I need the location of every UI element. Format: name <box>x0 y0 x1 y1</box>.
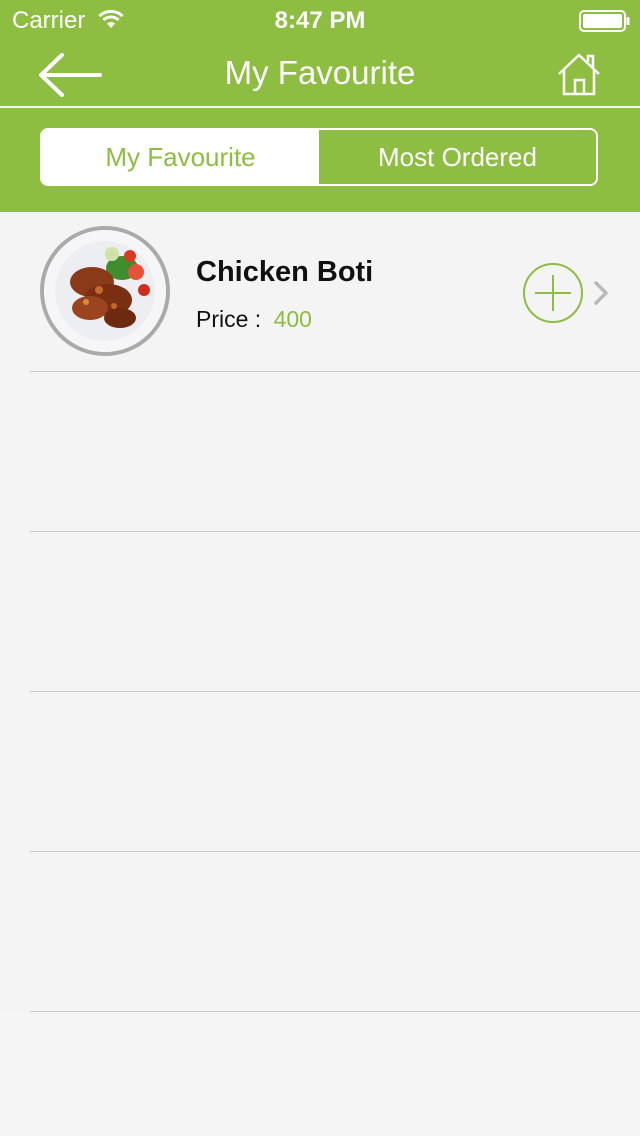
empty-row <box>0 852 640 1012</box>
item-name: Chicken Boti <box>196 256 374 288</box>
row-separator <box>30 1011 640 1012</box>
price-row: Price : 400 <box>196 306 312 333</box>
tab-my-favourite[interactable]: My Favourite <box>42 130 319 184</box>
segmented-control: My Favourite Most Ordered <box>40 128 598 186</box>
status-bar: Carrier 8:47 PM <box>0 0 640 40</box>
plus-circle-icon <box>523 263 583 323</box>
empty-row <box>0 532 640 692</box>
empty-row <box>0 372 640 532</box>
nav-divider <box>0 106 640 108</box>
chevron-right-icon <box>594 281 608 305</box>
status-time: 8:47 PM <box>274 7 366 34</box>
empty-row <box>0 692 640 852</box>
battery-icon <box>579 10 630 32</box>
favourites-list: Chicken Boti Price : 400 <box>0 212 640 1012</box>
nav-bar: My Favourite <box>0 40 640 106</box>
price-label: Price : <box>196 306 262 332</box>
page-title: My Favourite <box>224 54 416 91</box>
list-item[interactable]: Chicken Boti Price : 400 <box>0 212 640 372</box>
food-thumbnail <box>40 226 170 356</box>
tab-most-ordered[interactable]: Most Ordered <box>319 130 596 184</box>
add-to-cart-button[interactable] <box>522 262 584 324</box>
home-icon <box>558 53 600 96</box>
food-image <box>44 230 166 352</box>
price-value: 400 <box>273 306 312 332</box>
header: Carrier 8:47 PM My Favourite My Favourit… <box>0 0 640 212</box>
home-button[interactable] <box>556 52 602 98</box>
